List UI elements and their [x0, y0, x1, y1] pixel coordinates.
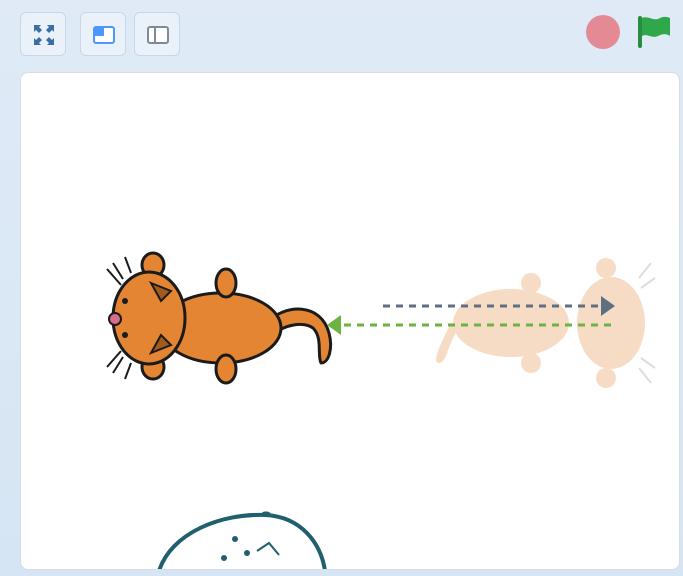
large-stage-layout-icon: [147, 26, 169, 44]
large-stage-button[interactable]: [134, 12, 180, 56]
green-flag-icon: [638, 16, 670, 48]
cat-sprite[interactable]: [106, 251, 333, 385]
small-stage-layout-icon: [93, 26, 115, 44]
stage-window: [0, 0, 683, 576]
cat-sprite-ghost: [436, 258, 656, 388]
robot-sprite[interactable]: [157, 511, 327, 570]
stage-drawing: [106, 251, 656, 570]
fullscreen-button[interactable]: [20, 12, 66, 56]
stop-button[interactable]: [586, 15, 620, 49]
green-flag-button[interactable]: [634, 14, 674, 55]
small-stage-button[interactable]: [80, 12, 126, 56]
stage-canvas[interactable]: [20, 72, 680, 570]
expand-arrows-icon: [34, 25, 54, 45]
